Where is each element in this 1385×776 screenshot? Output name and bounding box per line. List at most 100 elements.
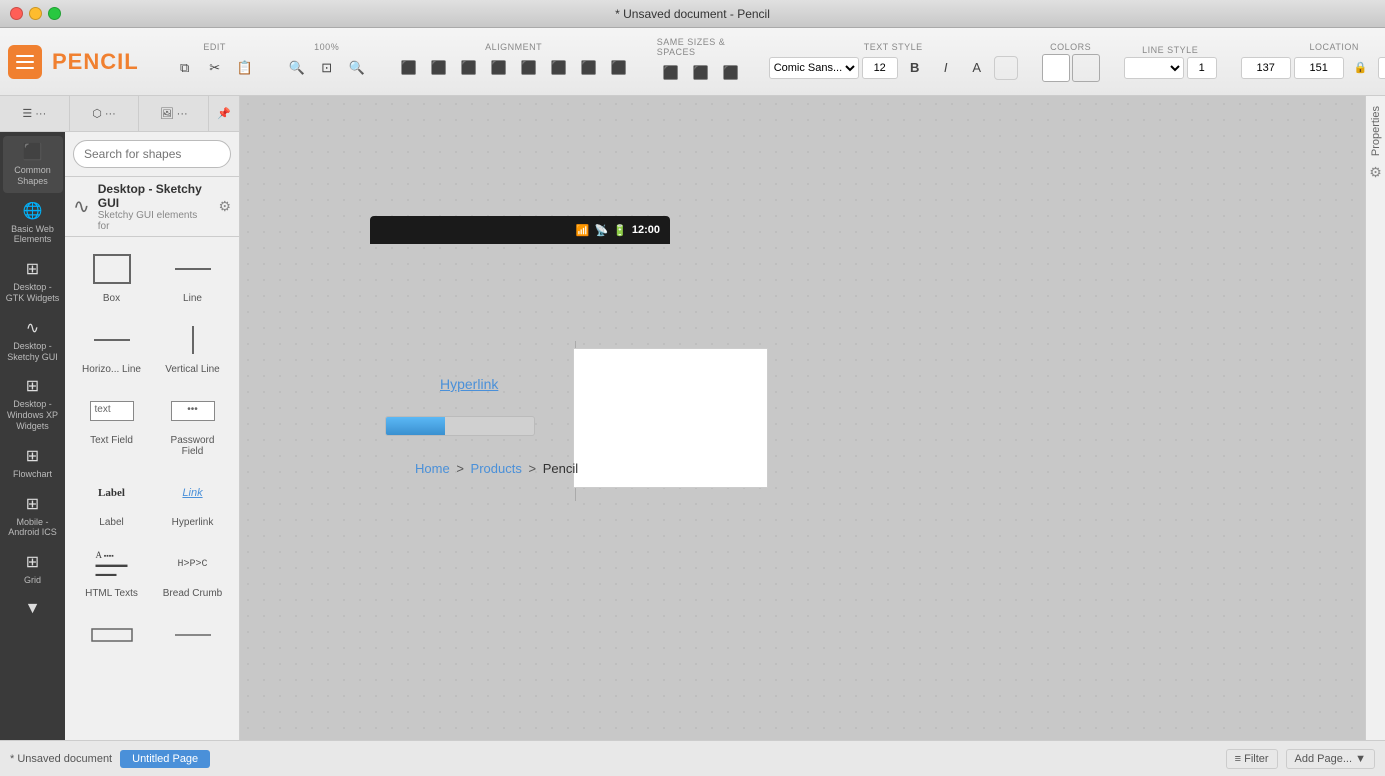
search-input[interactable] xyxy=(73,140,231,168)
cut-button[interactable]: ✂ xyxy=(201,54,229,82)
pin-button[interactable]: 📌 xyxy=(209,96,239,131)
location-x-input[interactable] xyxy=(1241,57,1291,79)
sidebar-item-common-shapes[interactable]: ⬛ Common Shapes xyxy=(3,136,63,193)
canvas-hyperlink[interactable]: Hyperlink xyxy=(440,376,498,392)
label-shape-label: Label xyxy=(99,517,123,528)
text-style-buttons: Comic Sans... B I A xyxy=(769,54,1018,82)
shape-extra-2[interactable] xyxy=(157,611,229,659)
line-width-input[interactable] xyxy=(1187,57,1217,79)
distribute-v-button[interactable]: ⬛ xyxy=(605,54,633,82)
box-label: Box xyxy=(103,293,120,304)
align-top-button[interactable]: ⬛ xyxy=(485,54,513,82)
android-icon: ⊞ xyxy=(26,494,39,514)
line-style-select[interactable] xyxy=(1124,57,1184,79)
sidebar-item-winxp[interactable]: ⊞ Desktop - Windows XP Widgets xyxy=(3,370,63,437)
close-button[interactable] xyxy=(10,7,23,20)
fill-color-swatch[interactable] xyxy=(1042,54,1070,82)
hamburger-line-2 xyxy=(16,61,34,63)
shape-hline[interactable]: Horizo... Line xyxy=(76,316,148,379)
paste-button[interactable]: 📋 xyxy=(231,54,259,82)
sidebar-item-more[interactable]: ▼ xyxy=(3,594,63,624)
document-tab[interactable]: * Unsaved document xyxy=(10,753,112,765)
shapes-row-6 xyxy=(73,611,231,659)
hline-label: Horizo... Line xyxy=(82,364,141,375)
shapes-grid: Box Line xyxy=(65,237,239,740)
location-w-input[interactable] xyxy=(1378,57,1385,79)
hamburger-button[interactable] xyxy=(8,45,42,79)
shapes-tab[interactable]: ⬡ ··· xyxy=(70,96,140,131)
add-page-button[interactable]: Add Page... ▼ xyxy=(1286,749,1375,769)
zoom-label: 100% xyxy=(314,42,339,52)
signal-icon: 📡 xyxy=(594,224,608,237)
properties-settings-icon[interactable]: ⚙ xyxy=(1369,164,1382,181)
align-right-button[interactable]: ⬛ xyxy=(455,54,483,82)
status-bar: * Unsaved document Untitled Page ≡ Filte… xyxy=(0,740,1385,776)
same-h-button[interactable]: ⬛ xyxy=(687,59,715,87)
window-controls[interactable] xyxy=(10,7,61,20)
align-middle-button[interactable]: ⬛ xyxy=(515,54,543,82)
shape-box[interactable]: Box xyxy=(76,245,148,308)
shape-breadcrumb[interactable]: H>P>C Bread Crumb xyxy=(157,540,229,603)
sidebar-item-android[interactable]: ⊞ Mobile - Android ICS xyxy=(3,488,63,545)
filter-label: Filter xyxy=(1244,753,1268,765)
shape-label[interactable]: Label Label xyxy=(76,469,148,532)
hyperlink-text: Hyperlink xyxy=(440,376,498,392)
active-page-tab[interactable]: Untitled Page xyxy=(120,750,210,768)
same-w-button[interactable]: ⬛ xyxy=(657,59,685,87)
shape-vline[interactable]: Vertical Line xyxy=(157,316,229,379)
sidebar-item-basic-web[interactable]: 🌐 Basic Web Elements xyxy=(3,195,63,252)
edit-buttons: ⧉ ✂ 📋 xyxy=(171,54,259,82)
add-page-label: Add Page... xyxy=(1295,753,1353,765)
distribute-h-button[interactable]: ⬛ xyxy=(575,54,603,82)
main-toolbar: PENCIL EDIT ⧉ ✂ 📋 100% 🔍 ⊡ 🔍 ALIGNMENT ⬛… xyxy=(0,28,1385,96)
text-bg-button[interactable] xyxy=(994,56,1018,80)
label-preview: Label xyxy=(98,487,125,499)
zoom-in-button[interactable]: 🔍 xyxy=(343,54,371,82)
bold-button[interactable]: B xyxy=(901,54,929,82)
common-shapes-icon: ⬛ xyxy=(23,142,43,162)
hamburger-line-3 xyxy=(16,67,34,69)
sidebar-item-flowchart[interactable]: ⊞ Flowchart xyxy=(3,440,63,486)
same-both-button[interactable]: ⬛ xyxy=(717,59,745,87)
pin-icon: 📌 xyxy=(217,107,231,120)
html-texts-label: HTML Texts xyxy=(85,588,138,599)
hamburger-line-1 xyxy=(16,55,34,57)
location-y-input[interactable] xyxy=(1294,57,1344,79)
flowchart-icon: ⊞ xyxy=(26,446,39,466)
shape-password-field[interactable]: ••• Password Field xyxy=(157,387,229,461)
breadcrumb-home[interactable]: Home xyxy=(415,461,450,476)
shape-line[interactable]: Line xyxy=(157,245,229,308)
shape-extra-1[interactable] xyxy=(76,611,148,659)
italic-button[interactable]: I xyxy=(932,54,960,82)
align-bottom-button[interactable]: ⬛ xyxy=(545,54,573,82)
underline-button[interactable]: A xyxy=(963,54,991,82)
sidebar-item-gtk[interactable]: ⊞ Desktop - GTK Widgets xyxy=(3,253,63,310)
canvas-area[interactable]: 📶 📡 🔋 12:00 Hyperlink Home > Products > … xyxy=(240,96,1365,740)
align-left-button[interactable]: ⬛ xyxy=(395,54,423,82)
maximize-button[interactable] xyxy=(48,7,61,20)
properties-label[interactable]: Properties xyxy=(1370,106,1382,156)
font-size-input[interactable] xyxy=(862,57,898,79)
sidebar-item-sketchy-gui[interactable]: ∿ Desktop - Sketchy GUI xyxy=(3,312,63,369)
filter-button[interactable]: ≡ Filter xyxy=(1226,749,1278,769)
font-select[interactable]: Comic Sans... xyxy=(769,57,859,79)
left-content: ⬛ Common Shapes 🌐 Basic Web Elements ⊞ D… xyxy=(0,132,239,740)
copy-button[interactable]: ⧉ xyxy=(171,54,199,82)
zoom-fit-button[interactable]: ⊡ xyxy=(313,54,341,82)
shape-hyperlink[interactable]: Link Hyperlink xyxy=(157,469,229,532)
minimize-button[interactable] xyxy=(29,7,42,20)
images-tab[interactable]: 🖼 ··· xyxy=(139,96,209,131)
layers-tab[interactable]: ☰ ··· xyxy=(0,96,70,131)
breadcrumb-products[interactable]: Products xyxy=(471,461,522,476)
library-settings-icon[interactable]: ⚙ xyxy=(218,198,231,215)
shape-html-texts[interactable]: A ▪▪▪▪ ▬▬▬▬ ▬▬▬ HTML Texts xyxy=(76,540,148,603)
zoom-out-button[interactable]: 🔍 xyxy=(283,54,311,82)
shape-text-field[interactable]: text Text Field xyxy=(76,387,148,461)
stroke-color-swatch[interactable] xyxy=(1072,54,1100,82)
canvas-progress-fill xyxy=(386,417,445,435)
align-center-button[interactable]: ⬛ xyxy=(425,54,453,82)
lock-button[interactable]: 🔒 xyxy=(1347,54,1375,82)
sidebar-item-grid[interactable]: ⊞ Grid xyxy=(3,546,63,592)
images-icon: 🖼 xyxy=(160,107,174,120)
text-field-preview: text xyxy=(90,401,134,421)
